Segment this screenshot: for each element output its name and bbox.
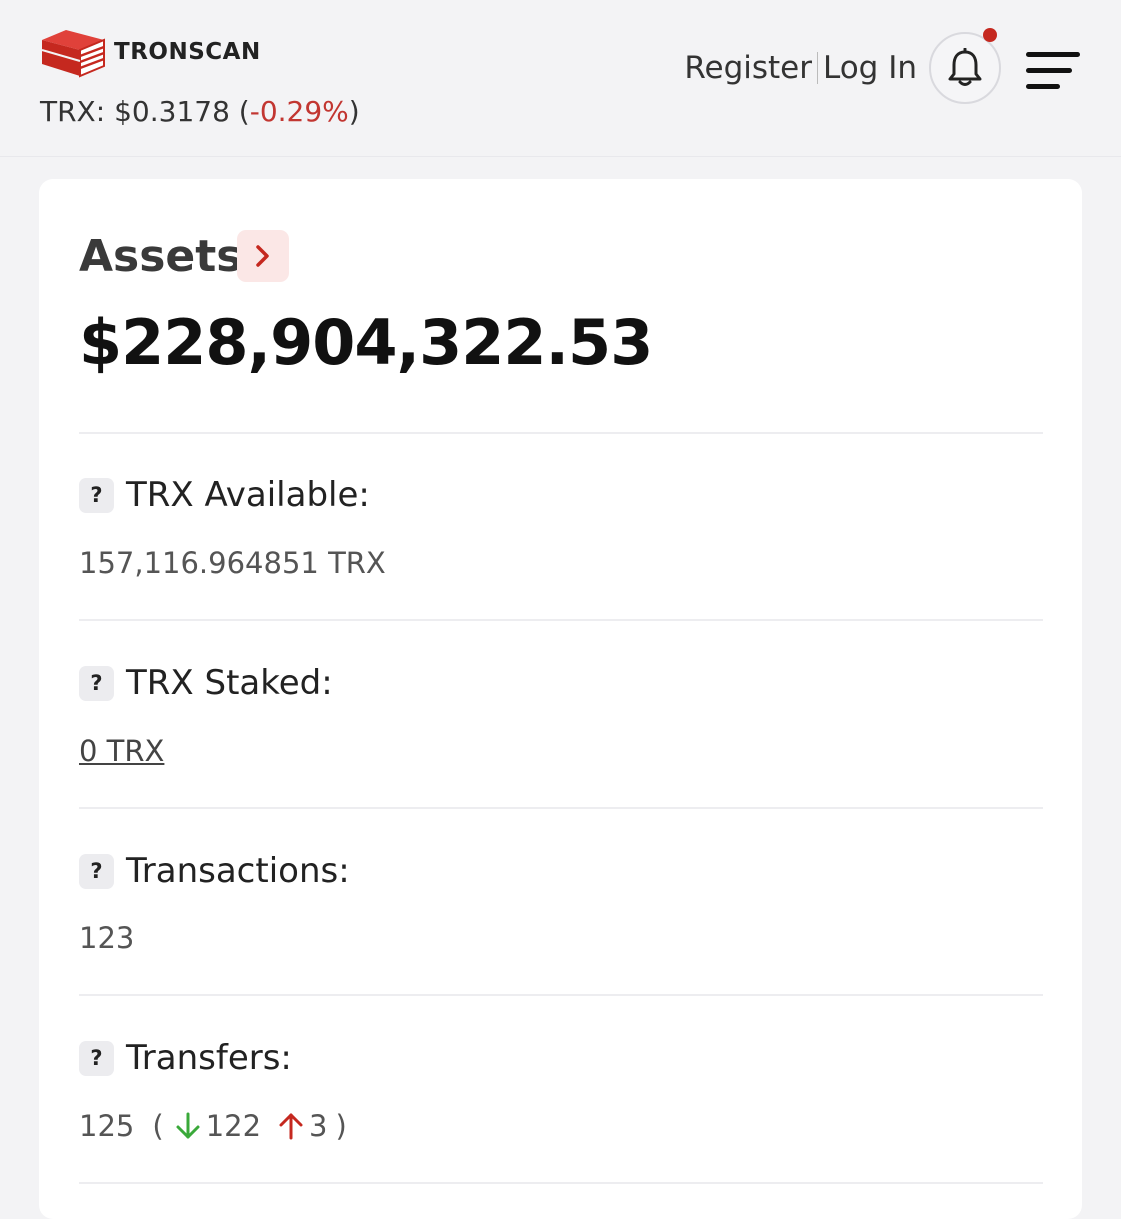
help-icon[interactable]: ? bbox=[79, 1040, 114, 1076]
transfers-paren-open: ( bbox=[152, 1109, 164, 1143]
help-icon[interactable]: ? bbox=[79, 665, 114, 701]
auth-separator bbox=[816, 52, 818, 84]
trx-staked-label: ? TRX Staked: bbox=[79, 663, 333, 703]
trx-price: TRX: $0.3178 (-0.29%) bbox=[40, 95, 360, 128]
transactions-label: ? Transactions: bbox=[79, 851, 350, 891]
transfers-label: ? Transfers: bbox=[79, 1038, 292, 1078]
price-change: -0.29% bbox=[249, 95, 349, 128]
auth-links: Register Log In bbox=[684, 50, 917, 86]
hamburger-menu-icon[interactable] bbox=[1026, 50, 1080, 92]
price-label: TRX: bbox=[40, 95, 106, 128]
register-link[interactable]: Register bbox=[684, 50, 812, 86]
row-label-text: Transfers: bbox=[126, 1038, 292, 1078]
assets-total-value: $228,904,322.53 bbox=[79, 306, 653, 379]
row-label-text: Transactions: bbox=[126, 851, 350, 891]
transactions-value: 123 bbox=[79, 921, 135, 955]
help-icon[interactable]: ? bbox=[79, 477, 114, 513]
arrow-up-icon bbox=[279, 1113, 303, 1140]
brand-name: TRONSCAN bbox=[114, 39, 261, 65]
divider bbox=[79, 807, 1043, 809]
notification-dot bbox=[983, 28, 997, 42]
tronscan-logo[interactable]: TRONSCAN bbox=[40, 26, 261, 78]
divider bbox=[79, 1182, 1043, 1184]
row-label-text: TRX Staked: bbox=[126, 663, 333, 703]
arrow-down-icon bbox=[176, 1112, 200, 1139]
transfers-outgoing: 3 bbox=[309, 1109, 328, 1143]
divider bbox=[79, 619, 1043, 621]
divider bbox=[79, 994, 1043, 996]
chevron-right-icon bbox=[256, 245, 269, 267]
assets-title: Assets bbox=[79, 231, 243, 282]
bell-icon bbox=[948, 48, 982, 86]
assets-details-button[interactable] bbox=[237, 230, 289, 282]
transfers-value: 125 ( 122 3 ) bbox=[79, 1109, 347, 1143]
price-value: $0.3178 bbox=[114, 95, 230, 128]
row-label-text: TRX Available: bbox=[126, 475, 370, 515]
transfers-total: 125 bbox=[79, 1109, 135, 1143]
trx-staked-value[interactable]: 0 TRX bbox=[79, 734, 164, 768]
trx-available-label: ? TRX Available: bbox=[79, 475, 370, 515]
transfers-paren-close: ) bbox=[335, 1109, 347, 1143]
divider bbox=[79, 432, 1043, 434]
tronscan-logo-icon bbox=[41, 30, 105, 78]
trx-available-value: 157,116.964851 TRX bbox=[79, 546, 386, 580]
login-link[interactable]: Log In bbox=[823, 50, 917, 86]
price-paren-open: ( bbox=[238, 95, 250, 128]
top-header: TRONSCAN TRX: $0.3178 (-0.29%) Register … bbox=[0, 0, 1121, 157]
help-icon[interactable]: ? bbox=[79, 853, 114, 889]
transfers-incoming: 122 bbox=[205, 1109, 262, 1143]
price-paren-close: ) bbox=[348, 95, 360, 128]
assets-card: Assets $228,904,322.53 ? TRX Available: … bbox=[39, 179, 1082, 1219]
notifications-button[interactable] bbox=[929, 28, 1001, 104]
